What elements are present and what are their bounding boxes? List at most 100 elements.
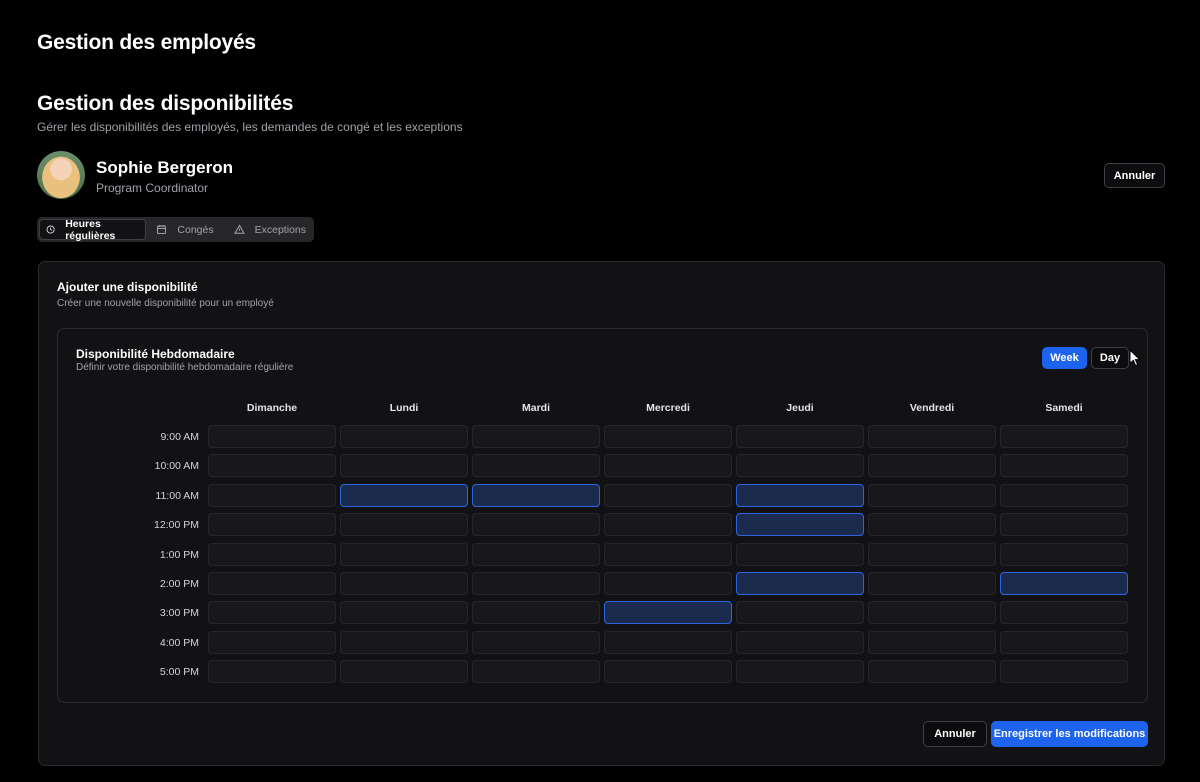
tab-bar: Heures régulières Congés Exceptions — [37, 217, 314, 242]
time-slot-cell[interactable] — [604, 542, 732, 566]
time-slot-cell[interactable] — [340, 601, 468, 625]
time-slot-cell[interactable] — [340, 483, 468, 507]
time-slot-cell[interactable] — [604, 483, 732, 507]
time-slot-cell[interactable] — [472, 601, 600, 625]
time-slot-cell[interactable] — [736, 630, 864, 654]
time-slot-cell[interactable] — [208, 660, 336, 684]
time-slot-cell[interactable] — [340, 542, 468, 566]
time-slot-cell[interactable] — [736, 660, 864, 684]
day-header-2: Mardi — [521, 402, 550, 414]
time-slot-cell[interactable] — [1000, 601, 1128, 625]
app-title: Gestion des employés — [37, 31, 256, 54]
header-cancel-button[interactable]: Annuler — [1104, 163, 1165, 188]
time-slot-cell[interactable] — [736, 483, 864, 507]
time-label-1: 10:00 AM — [154, 460, 199, 473]
time-slot-cell[interactable] — [604, 425, 732, 448]
time-slot-cell[interactable] — [868, 572, 996, 595]
time-slot-cell[interactable] — [208, 542, 336, 566]
time-slot-cell[interactable] — [868, 483, 996, 507]
employee-role: Program Coordinator — [96, 181, 209, 195]
time-label-4: 1:00 PM — [159, 548, 199, 561]
time-slot-cell[interactable] — [208, 425, 336, 448]
time-slot-cell[interactable] — [736, 513, 864, 537]
time-slot-cell[interactable] — [868, 425, 996, 448]
time-label-6: 3:00 PM — [159, 607, 199, 620]
time-slot-cell[interactable] — [868, 513, 996, 537]
time-slot-cell[interactable] — [868, 601, 996, 625]
time-slot-cell[interactable] — [1000, 572, 1128, 595]
time-slot-cell[interactable] — [736, 601, 864, 625]
time-slot-cell[interactable] — [472, 513, 600, 537]
tab-label: Exceptions — [254, 223, 306, 236]
time-slot-cell[interactable] — [1000, 630, 1128, 654]
week-view-button[interactable]: Week — [1042, 347, 1087, 369]
section-subtitle: Gérer les disponibilités des employés, l… — [37, 120, 463, 134]
time-slot-cell[interactable] — [340, 630, 468, 654]
tab-leave[interactable]: Congés — [150, 219, 219, 240]
time-slot-cell[interactable] — [868, 630, 996, 654]
time-slot-cell[interactable] — [604, 630, 732, 654]
time-slot-cell[interactable] — [340, 572, 468, 595]
mouse-cursor-icon — [1129, 349, 1141, 367]
time-slot-cell[interactable] — [868, 542, 996, 566]
time-slot-cell[interactable] — [208, 483, 336, 507]
time-label-0: 9:00 AM — [160, 431, 199, 443]
card-title: Ajouter une disponibilité — [57, 280, 198, 294]
time-slot-cell[interactable] — [1000, 483, 1128, 507]
time-slot-cell[interactable] — [340, 513, 468, 537]
time-slot-cell[interactable] — [208, 572, 336, 595]
time-slot-cell[interactable] — [868, 454, 996, 478]
time-label-5: 2:00 PM — [159, 578, 199, 590]
time-slot-cell[interactable] — [736, 572, 864, 595]
time-slot-cell[interactable] — [472, 542, 600, 566]
time-label-2: 11:00 AM — [155, 489, 199, 502]
time-slot-cell[interactable] — [472, 630, 600, 654]
time-slot-cell[interactable] — [472, 454, 600, 478]
time-slot-cell[interactable] — [208, 601, 336, 625]
time-slot-cell[interactable] — [604, 513, 732, 537]
tab-regular-hours[interactable]: Heures régulières — [39, 217, 147, 242]
avatar — [37, 151, 85, 199]
tab-label: Heures régulières — [65, 217, 116, 242]
time-slot-cell[interactable] — [604, 660, 732, 684]
tab-label: Congés — [177, 223, 214, 236]
day-header-0: Dimanche — [246, 402, 298, 414]
weekly-title: Disponibilité Hebdomadaire — [76, 347, 235, 361]
time-slot-cell[interactable] — [208, 454, 336, 478]
time-slot-cell[interactable] — [340, 425, 468, 448]
time-slot-cell[interactable] — [604, 601, 732, 625]
save-changes-button[interactable]: Enregistrer les modifications — [991, 721, 1148, 747]
time-slot-cell[interactable] — [472, 572, 600, 595]
time-slot-cell[interactable] — [208, 513, 336, 537]
time-slot-cell[interactable] — [340, 454, 468, 478]
time-slot-cell[interactable] — [1000, 513, 1128, 537]
time-slot-cell[interactable] — [736, 454, 864, 478]
tab-exceptions[interactable]: Exceptions — [228, 219, 312, 240]
time-label-8: 5:00 PM — [159, 666, 199, 679]
time-slot-cell[interactable] — [340, 660, 468, 684]
time-slot-cell[interactable] — [868, 660, 996, 684]
time-slot-cell[interactable] — [1000, 542, 1128, 566]
time-slot-cell[interactable] — [1000, 425, 1128, 448]
time-slot-cell[interactable] — [736, 425, 864, 448]
time-label-3: 12:00 PM — [154, 519, 199, 532]
day-view-button[interactable]: Day — [1091, 347, 1129, 369]
time-slot-cell[interactable] — [604, 572, 732, 595]
section-title: Gestion des disponibilités — [37, 92, 294, 115]
employee-name: Sophie Bergeron — [96, 158, 233, 177]
time-slot-cell[interactable] — [1000, 660, 1128, 684]
day-header-4: Jeudi — [786, 402, 814, 414]
time-slot-cell[interactable] — [1000, 454, 1128, 478]
time-slot-cell[interactable] — [472, 660, 600, 684]
weekly-subtitle: Définir votre disponibilité hebdomadaire… — [76, 362, 294, 373]
warning-icon — [233, 224, 245, 234]
calendar-icon — [157, 225, 167, 235]
time-slot-cell[interactable] — [604, 454, 732, 478]
time-slot-cell[interactable] — [472, 483, 600, 507]
card-subtitle: Créer une nouvelle disponibilité pour un… — [57, 298, 274, 309]
time-slot-cell[interactable] — [736, 542, 864, 566]
time-slot-cell[interactable] — [472, 425, 600, 448]
time-slot-cell[interactable] — [208, 630, 336, 654]
day-header-1: Lundi — [389, 402, 419, 414]
footer-cancel-button[interactable]: Annuler — [923, 721, 987, 747]
